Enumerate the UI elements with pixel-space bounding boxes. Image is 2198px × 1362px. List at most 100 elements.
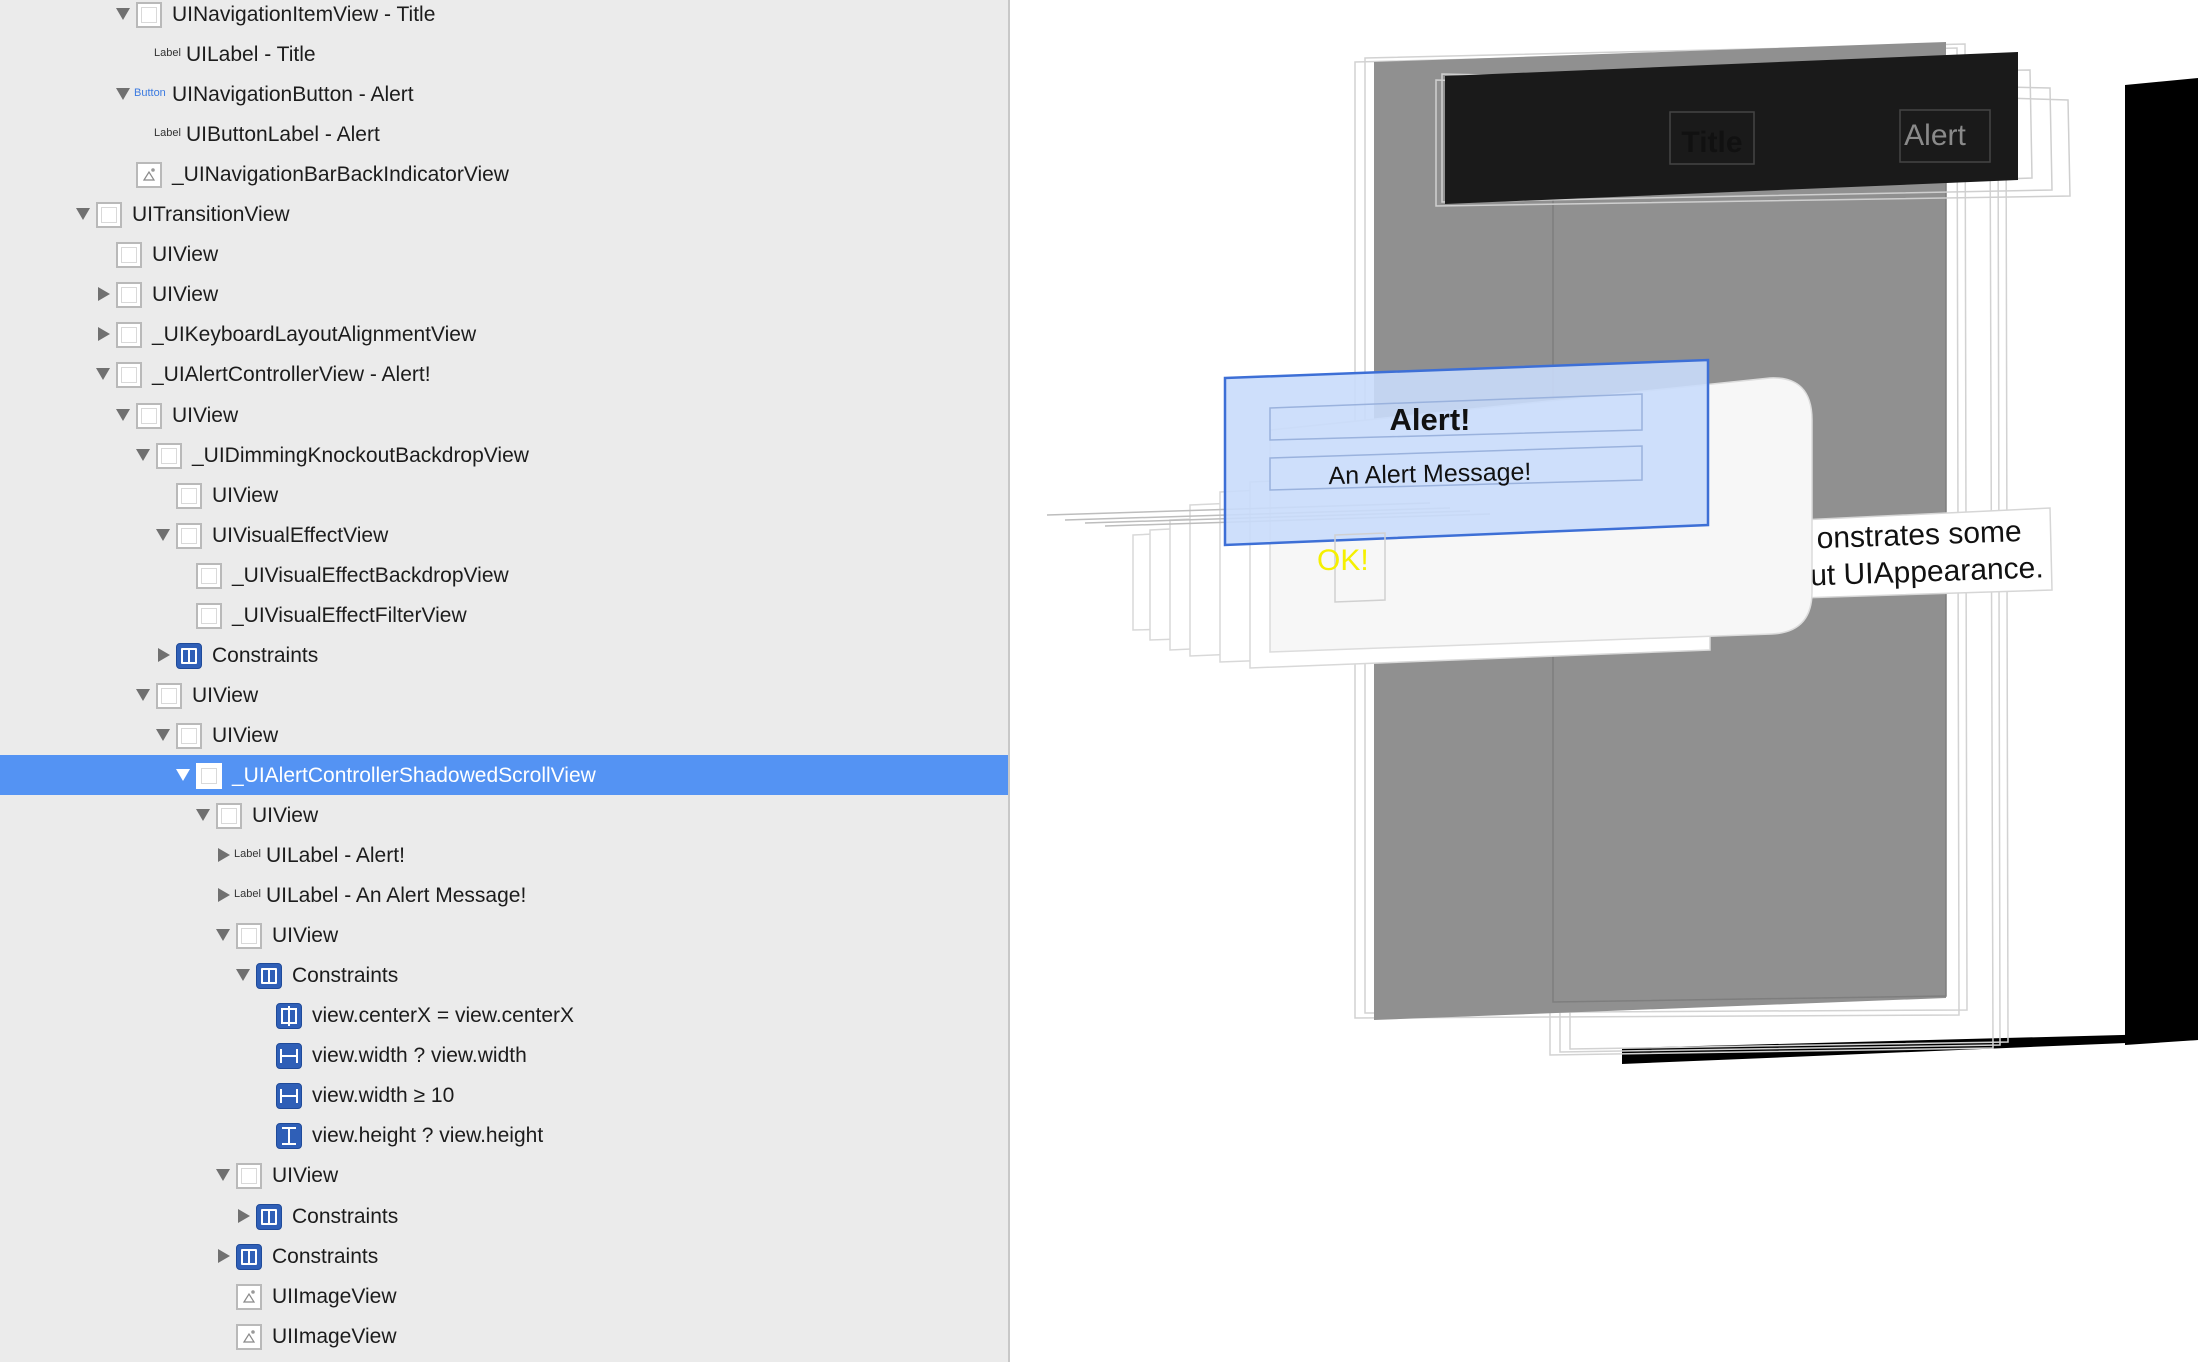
outline-row[interactable]: UIView: [0, 675, 1008, 715]
outline-row[interactable]: _UIDimmingKnockoutBackdropView: [0, 435, 1008, 475]
button-badge-icon: Button: [134, 87, 166, 100]
disclosure-triangle-expanded-icon[interactable]: [134, 446, 152, 464]
view-icon: [196, 762, 222, 789]
outline-row[interactable]: UITransitionView: [0, 194, 1008, 234]
outline-row[interactable]: UIView: [0, 915, 1008, 955]
view-icon: [116, 322, 142, 349]
outline-row-label: _UINavigationBarBackIndicatorView: [172, 163, 509, 187]
view-icon: [136, 402, 162, 429]
disclosure-triangle-expanded-icon[interactable]: [154, 726, 172, 744]
disclosure-triangle-expanded-icon[interactable]: [94, 365, 112, 383]
disclosure-triangle-expanded-icon[interactable]: [174, 766, 192, 784]
outline-row-label: UIView: [152, 243, 219, 267]
outline-row-label: UIView: [152, 283, 219, 307]
outline-row[interactable]: _UIAlertControllerView - Alert!: [0, 354, 1008, 394]
outline-row[interactable]: UIView: [0, 715, 1008, 755]
selected-scroll-view-highlight[interactable]: [1223, 358, 1710, 547]
outline-row[interactable]: UIImageView: [0, 1276, 1008, 1316]
view-icon: [96, 202, 122, 229]
disclosure-triangle-collapsed-icon[interactable]: [94, 285, 112, 303]
outline-row-label: _UIAlertControllerView - Alert!: [152, 363, 431, 387]
outline-row-label: UILabel - Title: [186, 43, 316, 67]
outline-row-label: view.height ? view.height: [312, 1124, 544, 1148]
outline-row[interactable]: Constraints: [0, 1196, 1008, 1236]
outline-row[interactable]: _UIAlertControllerShadowedScrollView: [0, 754, 1008, 795]
outline-row[interactable]: _UINavigationBarBackIndicatorView: [0, 154, 1008, 194]
outline-row[interactable]: UIView: [0, 1155, 1008, 1195]
disclosure-triangle-collapsed-icon[interactable]: [154, 646, 172, 664]
outline-row[interactable]: Constraints: [0, 955, 1008, 995]
outline-row[interactable]: UIView: [0, 475, 1008, 515]
view-icon: [176, 482, 202, 509]
outline-row[interactable]: Label UILabel - Alert!: [0, 835, 1008, 875]
outline-row[interactable]: view.width ? view.width: [0, 1035, 1008, 1075]
outline-row[interactable]: Button UINavigationButton - Alert: [0, 74, 1008, 114]
disclosure-triangle-expanded-icon[interactable]: [134, 686, 152, 704]
outline-row-label: view.width ≥ 10: [312, 1084, 455, 1108]
view-icon: [116, 362, 142, 389]
outline-row-label: _UIAlertControllerShadowedScrollView: [232, 763, 596, 787]
outline-row-label: UINavigationItemView - Title: [172, 3, 436, 26]
outline-row-label: _UIKeyboardLayoutAlignmentView: [152, 323, 477, 347]
label-badge-icon: Label: [154, 127, 181, 140]
view-icon: [236, 1163, 262, 1190]
outline-row[interactable]: Label UIButtonLabel - Alert: [0, 114, 1008, 154]
nav-alert-button-text[interactable]: Alert: [1904, 119, 1966, 152]
outline-row[interactable]: view.height ? view.height: [0, 1115, 1008, 1155]
view-icon: [156, 682, 182, 709]
outline-row[interactable]: Constraints: [0, 1236, 1008, 1276]
outline-row[interactable]: UINavigationItemView - Title: [0, 0, 1008, 34]
disclosure-triangle-collapsed-icon[interactable]: [214, 886, 232, 904]
disclosure-triangle-expanded-icon[interactable]: [114, 85, 132, 103]
disclosure-triangle-expanded-icon[interactable]: [114, 5, 132, 23]
view-icon: [176, 722, 202, 749]
disclosure-triangle-collapsed-icon[interactable]: [94, 325, 112, 343]
outline-row[interactable]: _UIVisualEffectBackdropView: [0, 555, 1008, 595]
outline-row-label: view.centerX = view.centerX: [312, 1004, 575, 1028]
device-edge-layer: [2125, 78, 2198, 1045]
outline-row[interactable]: UIView: [0, 234, 1008, 274]
outline-row[interactable]: _UIVisualEffectFilterView: [0, 595, 1008, 635]
disclosure-triangle-expanded-icon[interactable]: [114, 406, 132, 424]
ok-button-text[interactable]: OK!: [1317, 544, 1369, 577]
outline-row[interactable]: UIVisualEffectView: [0, 515, 1008, 555]
outline-row[interactable]: UIView: [0, 274, 1008, 314]
alert-title-text: Alert!: [1390, 402, 1471, 437]
width-constraint-icon: [276, 1043, 302, 1070]
disclosure-triangle-collapsed-icon[interactable]: [214, 1247, 232, 1265]
disclosure-triangle-expanded-icon[interactable]: [234, 966, 252, 984]
outline-row[interactable]: view.width ≥ 10: [0, 1075, 1008, 1115]
constraints-icon: [256, 1203, 282, 1230]
outline-row[interactable]: Constraints: [0, 635, 1008, 675]
disclosure-triangle-collapsed-icon[interactable]: [214, 846, 232, 864]
outline-row-label: _UIVisualEffectBackdropView: [232, 563, 509, 587]
outline-row[interactable]: view.centerX = view.centerX: [0, 995, 1008, 1035]
view-icon: [176, 522, 202, 549]
disclosure-triangle-expanded-icon[interactable]: [214, 926, 232, 944]
disclosure-triangle-expanded-icon[interactable]: [194, 806, 212, 824]
disclosure-triangle-expanded-icon[interactable]: [74, 205, 92, 223]
disclosure-triangle-expanded-icon[interactable]: [154, 526, 172, 544]
constraints-icon: [236, 1243, 262, 1270]
exploded-3d-view[interactable]: Title Alert onstrates some ut UIAppearan…: [1010, 0, 2198, 1362]
outline-row-label: UIView: [272, 924, 339, 948]
outline-row[interactable]: UIView: [0, 795, 1008, 835]
outline-row-label: UIView: [192, 683, 259, 707]
view-hierarchy-outline[interactable]: UINavigationItemView - Title Label UILabel…: [0, 0, 1008, 1362]
view-icon: [156, 442, 182, 469]
view-debugger-canvas[interactable]: Title Alert onstrates some ut UIAppearan…: [1010, 0, 2198, 1362]
outline-row-label: UINavigationButton - Alert: [172, 83, 414, 107]
nav-title-text: Title: [1681, 126, 1742, 159]
outline-row[interactable]: UIImageView: [0, 1316, 1008, 1356]
disclosure-triangle-collapsed-icon[interactable]: [234, 1207, 252, 1225]
disclosure-triangle-expanded-icon[interactable]: [214, 1166, 232, 1184]
outline-row[interactable]: Label UILabel - An Alert Message!: [0, 875, 1008, 915]
outline-row-label: Constraints: [292, 1204, 399, 1228]
center-x-constraint-icon: [276, 1003, 302, 1030]
outline-row[interactable]: UIView: [0, 395, 1008, 435]
label-badge-icon: Label: [234, 848, 261, 861]
outline-row[interactable]: Label UILabel - Title: [0, 34, 1008, 74]
outline-row[interactable]: _UIKeyboardLayoutAlignmentView: [0, 314, 1008, 354]
outline-row-label: Constraints: [272, 1244, 379, 1268]
outline-row-label: UIView: [252, 804, 319, 827]
